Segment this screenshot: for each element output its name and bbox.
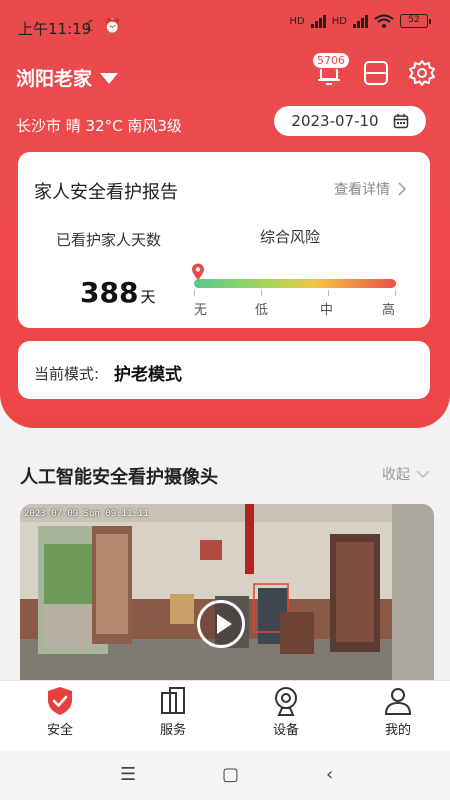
shield-check-icon	[48, 687, 72, 715]
weather-text: 长沙市 晴 32°C 南风3级	[16, 117, 182, 135]
settings-gear-icon[interactable]	[408, 59, 436, 87]
header-actions: 5706	[312, 52, 436, 88]
risk-tick	[328, 290, 329, 296]
signal-icon-2	[353, 14, 368, 28]
back-icon[interactable]: ‹	[326, 764, 333, 785]
tab-safety-label: 安全	[46, 723, 73, 738]
battery-icon: 52	[400, 14, 431, 28]
camera-section-title: 人工智能安全看护摄像头	[20, 467, 218, 488]
caret-down-icon	[100, 73, 119, 84]
view-details-link[interactable]: 查看详情	[334, 179, 406, 199]
tab-service[interactable]: 服务	[133, 685, 213, 738]
signal-icon	[310, 14, 326, 28]
camera-scene-image	[20, 504, 434, 682]
network-type-label: HD	[289, 15, 305, 27]
camera-timestamp: 2023-07-09 Sun 09:11:11	[24, 509, 149, 519]
tab-service-label: 服务	[159, 723, 186, 738]
mode-label: 当前模式:	[34, 365, 100, 383]
risk-tick	[261, 290, 262, 296]
collapse-button[interactable]: 收起	[382, 464, 430, 484]
location-name: 浏阳老家	[16, 68, 93, 90]
mode-value: 护老模式	[114, 365, 182, 385]
tab-devices-label: 设备	[272, 723, 299, 738]
current-mode-card[interactable]: 当前模式: 护老模式	[18, 341, 430, 399]
chevron-right-icon	[398, 182, 406, 196]
home-icon[interactable]: ▢	[222, 764, 239, 785]
care-days-value: 388 天	[80, 276, 155, 309]
network-type-label-2: HD	[331, 15, 347, 27]
alarm-icon: ⏰	[103, 17, 122, 35]
bottom-tab-bar: 安全 服务 设备 我的	[0, 680, 450, 750]
date-picker[interactable]: 2023-07-10	[274, 106, 426, 136]
care-days-label: 已看护家人天数	[56, 231, 162, 249]
notification-button[interactable]: 5706	[312, 52, 350, 88]
calendar-icon	[393, 114, 408, 129]
tab-safety[interactable]: 安全	[20, 685, 100, 738]
scan-icon[interactable]	[362, 59, 390, 87]
risk-tick	[395, 290, 396, 296]
risk-gradient-bar	[194, 279, 396, 288]
view-details-label: 查看详情	[334, 182, 390, 198]
status-bar: 上午11:19 ☾ ⏰ HD HD 52	[0, 0, 450, 52]
system-navigation-bar: ☰ ▢ ‹	[0, 750, 450, 800]
chevron-down-icon	[416, 470, 430, 478]
care-days-number: 388	[80, 276, 139, 309]
user-icon	[384, 688, 412, 715]
risk-level-low: 低	[255, 303, 269, 318]
moon-icon: ☾	[85, 17, 99, 35]
care-days-unit: 天	[140, 288, 156, 306]
risk-tick	[194, 290, 195, 296]
risk-level-high: 高	[382, 303, 396, 318]
risk-level-medium: 中	[320, 303, 334, 318]
camera-preview[interactable]: 2023-07-09 Sun 09:11:11	[20, 504, 434, 682]
menu-icon[interactable]: ☰	[120, 764, 136, 785]
wifi-icon	[374, 14, 394, 28]
risk-label: 综合风险	[260, 228, 321, 246]
collapse-label: 收起	[382, 467, 410, 483]
safety-report-card[interactable]: 家人安全看护报告 查看详情 已看护家人天数 综合风险 388 天 无 低 中 高	[18, 152, 430, 328]
location-selector[interactable]: 浏阳老家	[16, 64, 119, 91]
service-icon	[161, 687, 185, 714]
tab-devices[interactable]: 设备	[246, 685, 326, 738]
status-time: 上午11:19	[18, 20, 92, 38]
status-indicators: HD HD 52	[289, 14, 431, 28]
tab-mine-label: 我的	[384, 723, 411, 738]
date-value: 2023-07-10	[291, 112, 379, 130]
camera-device-icon	[275, 687, 297, 716]
risk-level-none: 无	[194, 303, 208, 318]
report-title: 家人安全看护报告	[34, 182, 178, 203]
notification-badge: 5706	[312, 52, 350, 69]
play-button[interactable]	[197, 600, 245, 648]
tab-mine[interactable]: 我的	[358, 685, 438, 738]
